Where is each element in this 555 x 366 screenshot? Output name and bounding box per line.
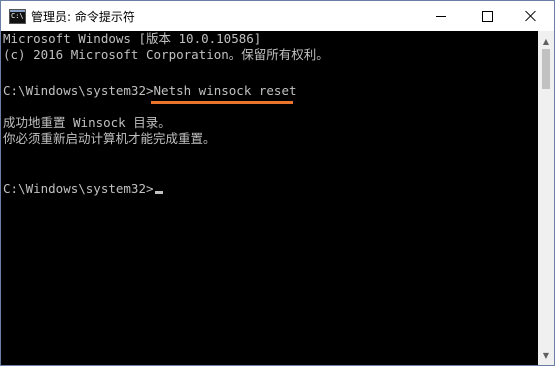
- scroll-down-icon[interactable]: ▼: [538, 347, 554, 363]
- scrollbar-thumb[interactable]: [542, 49, 550, 89]
- scroll-up-icon[interactable]: ▲: [538, 33, 554, 49]
- text-cursor: [154, 191, 163, 194]
- cmd-icon[interactable]: C:\: [9, 9, 26, 24]
- console-line: 成功地重置 Winsock 目录。: [3, 115, 171, 130]
- console-prompt: C:\Windows\system32>: [3, 181, 154, 196]
- close-icon: [525, 10, 537, 22]
- minimize-icon: [436, 15, 446, 17]
- console-line: 你必须重新启动计算机才能完成重置。: [3, 131, 216, 146]
- console-line: Microsoft Windows [版本 10.0.10586]: [3, 31, 262, 46]
- close-button[interactable]: [508, 1, 554, 31]
- maximize-icon: [481, 10, 493, 22]
- console-line: (c) 2016 Microsoft Corporation。保留所有权利。: [3, 47, 329, 62]
- console-output[interactable]: Microsoft Windows [版本 10.0.10586] (c) 20…: [1, 31, 538, 365]
- vertical-scrollbar[interactable]: ▲ ▼: [538, 31, 554, 365]
- title-bar[interactable]: C:\ 管理员: 命令提示符: [1, 1, 554, 31]
- window-title: 管理员: 命令提示符: [31, 10, 135, 24]
- cmd-icon-glyph: C:\: [11, 12, 24, 20]
- maximize-button[interactable]: [464, 1, 510, 31]
- console-prompt-line[interactable]: C:\Windows\system32>: [3, 181, 163, 197]
- minimize-button[interactable]: [418, 1, 464, 31]
- console-line-command: C:\Windows\system32>Netsh winsock reset: [3, 83, 297, 98]
- command-prompt-window: C:\ 管理员: 命令提示符 Microsoft Windows [版本 10.…: [0, 0, 555, 366]
- highlight-underline: [151, 101, 293, 104]
